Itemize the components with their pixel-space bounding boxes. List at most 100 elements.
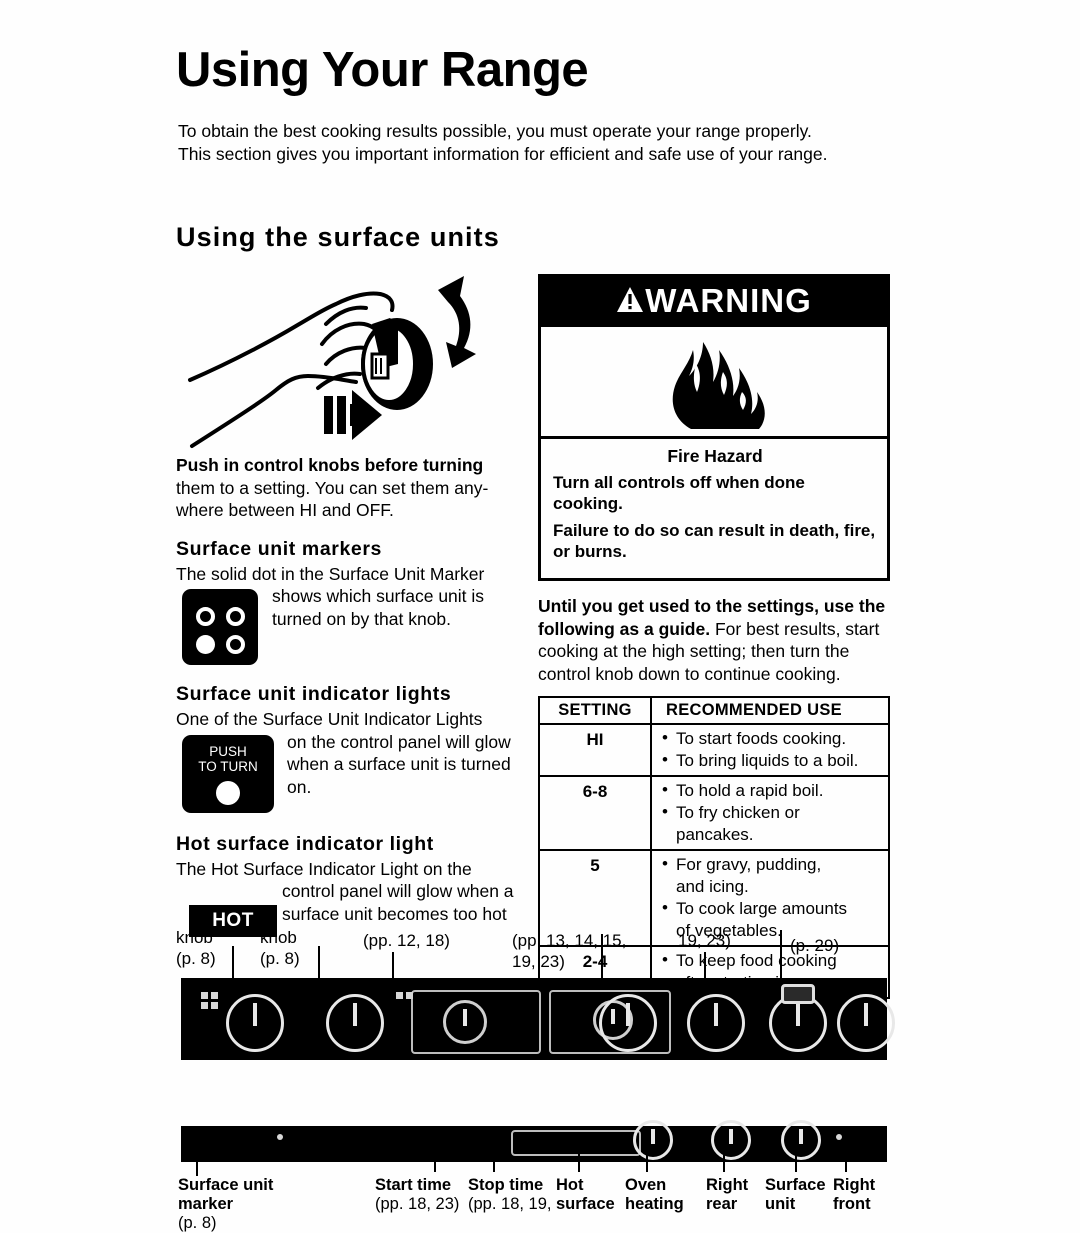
- label-5-name: Right rear: [706, 1176, 749, 1213]
- surface-unit-markers-heading: Surface unit markers: [176, 537, 383, 560]
- push-knobs-rest: them to a setting. You can set them any-…: [176, 477, 489, 521]
- callout-3-line2: 19, 23): [512, 952, 565, 971]
- callout-pp-12-18: (pp. 12, 18): [363, 930, 450, 951]
- label-surface-unit-marker: Surface unit marker (p. 8): [178, 1176, 298, 1233]
- panel-knob-4: [687, 994, 745, 1052]
- indicator-led-dot: [216, 780, 240, 805]
- label-0-ref: (p. 8): [178, 1214, 217, 1232]
- label-start-time: Start time (pp. 18, 23): [375, 1176, 475, 1214]
- leader-line-3: [601, 934, 603, 978]
- indicator-lights-heading: Surface unit indicator lights: [176, 683, 452, 705]
- bottom-leader-1: [434, 1140, 436, 1172]
- right-column: WARNING Fire Hazard Turn all controls of…: [538, 274, 893, 999]
- manual-page: Using Your Range To obtain the best cook…: [0, 0, 1080, 1232]
- label-6-name: Surface unit: [765, 1176, 826, 1213]
- warning-pictogram: [541, 327, 887, 439]
- panel-marker-e: [396, 992, 403, 999]
- callout-2-line1: (pp. 12, 18): [363, 931, 450, 950]
- bottom-leader-4: [646, 1148, 648, 1172]
- bottom-leader-0: [196, 1140, 198, 1176]
- marker-solid-dot-bottom-left: [196, 635, 215, 654]
- page-title: Using Your Range: [176, 43, 589, 97]
- callout-knob-left: knob (p. 8): [176, 927, 216, 969]
- panel-marker-a: [201, 992, 208, 999]
- push-knobs-bold: Push in control knobs before turning: [176, 455, 484, 475]
- control-panel-photo-bottom: [181, 1120, 887, 1162]
- warning-line-1: Turn all controls off when done cooking.: [553, 473, 805, 513]
- panel-rocker-switch: [781, 984, 815, 1004]
- callout-0-line1: knob: [176, 928, 213, 947]
- indicator-lights-line1: One of the Surface Unit Indicator Lights: [176, 709, 483, 729]
- label-0-name: Surface unit marker: [178, 1176, 274, 1213]
- label-2-name: Stop time: [468, 1176, 544, 1194]
- leader-line-0: [232, 946, 234, 978]
- label-hot-surface: Hot surface: [556, 1176, 626, 1214]
- label-4-name: Oven heating: [625, 1176, 684, 1213]
- use-item: To fry chicken orpancakes.: [662, 801, 884, 846]
- label-surface-unit: Surface unit: [765, 1176, 837, 1214]
- panel-clock-dial: [443, 1000, 487, 1044]
- recommended-use-cell: To hold a rapid boil.To fry chicken orpa…: [650, 775, 890, 851]
- warning-header-text: WARNING: [645, 282, 812, 319]
- callout-19-23: 19, 23): [678, 930, 731, 951]
- bottom-leader-6: [795, 1148, 797, 1172]
- panel-marker-f: [406, 992, 413, 999]
- bottom-knob-1: [633, 1120, 673, 1160]
- header-recommended-use: RECOMMENDED USE: [650, 696, 890, 725]
- control-panel-photo-top: [181, 978, 895, 1060]
- marker-ring-top-left: [196, 607, 215, 626]
- hot-surface-heading: Hot surface indicator light: [176, 832, 434, 855]
- bottom-knob-2: [711, 1120, 751, 1160]
- panel-knob-6: [837, 994, 895, 1052]
- leader-line-5: [780, 930, 782, 978]
- left-column: Push in control knobs before turning the…: [176, 268, 516, 925]
- warning-box: WARNING Fire Hazard Turn all controls of…: [538, 274, 890, 581]
- label-1-name: Start time: [375, 1176, 452, 1194]
- use-item-continuation: pancakes.: [676, 825, 754, 844]
- setting-value: 6-8: [538, 775, 652, 851]
- surface-unit-marker-graphic: [182, 589, 258, 665]
- callout-4-line1: 19, 23): [678, 931, 731, 950]
- warning-line-2: Failure to do so can result in death, fi…: [553, 521, 876, 561]
- table-header-row: SETTING RECOMMENDED USE: [538, 696, 890, 725]
- bottom-display: [511, 1130, 641, 1156]
- callout-p-29: (p. 29): [790, 935, 839, 956]
- callout-5-line1: (p. 29): [790, 936, 840, 955]
- bottom-hot-dot: [836, 1134, 842, 1140]
- leader-line-1: [318, 946, 320, 978]
- recommended-use-cell: To start foods cooking.To bring liquids …: [650, 723, 890, 777]
- label-7-name: Right front: [833, 1176, 876, 1213]
- use-item-continuation: and icing.: [676, 877, 749, 896]
- panel-marker-b: [211, 992, 218, 999]
- use-item: To start foods cooking.: [662, 727, 884, 750]
- table-row: HITo start foods cooking.To bring liquid…: [538, 723, 890, 777]
- warning-header: WARNING: [541, 277, 887, 327]
- callout-3-line1: (pp. 13, 14, 15,: [512, 931, 627, 950]
- surface-unit-markers-line1: The solid dot in the Surface Unit Marker: [176, 563, 485, 584]
- hot-surface-line1: The Hot Surface Indicator Light on the: [176, 858, 472, 879]
- push-to-turn-label: PUSH TO TURN: [182, 744, 274, 774]
- callout-1-line2: (p. 8): [260, 949, 300, 968]
- guide-paragraph: Until you get used to the settings, use …: [538, 595, 890, 685]
- panel-marker-c: [201, 1002, 208, 1009]
- label-right-rear: Right rear: [706, 1176, 766, 1214]
- setting-value: HI: [538, 723, 652, 777]
- bottom-leader-7: [845, 1140, 847, 1172]
- callout-0-line2: (p. 8): [176, 949, 216, 968]
- label-1-ref: (pp. 18, 23): [375, 1195, 460, 1213]
- marker-ring-top-right: [226, 607, 245, 626]
- callout-knob-right: knob (p. 8): [260, 927, 300, 969]
- label-3-name: Hot surface: [556, 1176, 615, 1213]
- leader-line-2: [392, 952, 394, 978]
- bottom-leader-5: [723, 1140, 725, 1172]
- leader-line-4: [704, 952, 706, 978]
- panel-marker-d: [211, 1002, 218, 1009]
- warning-title: Fire Hazard: [667, 446, 763, 466]
- panel-knob-2: [326, 994, 384, 1052]
- marker-ring-bottom-right: [226, 635, 245, 654]
- section-heading: Using the surface units: [176, 222, 500, 252]
- bottom-knob-3: [781, 1120, 821, 1160]
- push-knobs-paragraph: Push in control knobs before turning the…: [176, 454, 516, 522]
- push-label-line2: TO TURN: [198, 758, 258, 774]
- bottom-leader-2: [493, 1140, 495, 1172]
